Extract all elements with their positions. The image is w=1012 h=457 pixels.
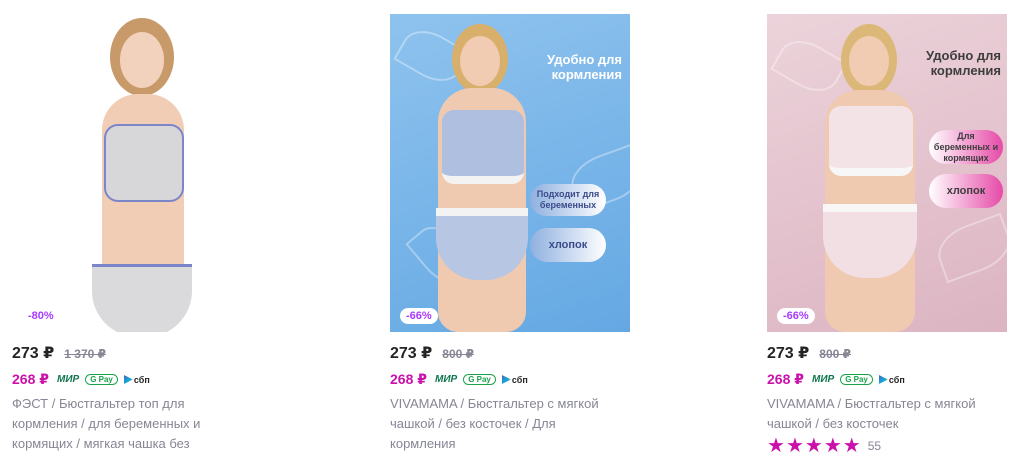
rating-count: 55 — [867, 439, 882, 453]
old-price: 1 370 ₽ — [64, 347, 106, 361]
sbp-icon: сбп — [878, 375, 905, 385]
price-row: 273 ₽ 800 ₽ — [390, 343, 474, 363]
gpay-icon: G Pay — [85, 374, 118, 385]
promo-title: Удобно для кормления — [547, 52, 622, 82]
product-image[interactable]: -80% — [12, 14, 252, 332]
brief — [92, 264, 192, 332]
product-title[interactable]: VIVAMAMA / Бюстгальтер с мягкой чашкой /… — [390, 394, 600, 454]
price-row: 273 ₽ 800 ₽ — [767, 343, 851, 363]
product-image[interactable]: Удобно для кормления Подходит для береме… — [390, 14, 630, 332]
wallet-row: 268 ₽ МИР G Pay сбп — [767, 371, 905, 388]
wallet-row: 268 ₽ МИР G Pay сбп — [12, 371, 150, 388]
feature-pill: Подходит для беременных — [530, 184, 606, 216]
mir-icon: МИР — [57, 374, 80, 385]
product-title[interactable]: VIVAMAMA / Бюстгальтер с мягкой чашкой /… — [767, 394, 977, 434]
price-row: 273 ₽ 1 370 ₽ — [12, 343, 106, 363]
payment-methods: МИР G Pay сбп — [812, 374, 905, 385]
wallet-price: 268 ₽ — [390, 371, 427, 387]
price: 273 ₽ — [12, 345, 55, 362]
old-price: 800 ₽ — [442, 347, 474, 361]
cotton-pill: хлопок — [530, 228, 606, 262]
mir-icon: МИР — [812, 374, 835, 385]
wallet-price: 268 ₽ — [12, 371, 49, 387]
price: 273 ₽ — [767, 345, 810, 362]
gpay-icon: G Pay — [463, 374, 496, 385]
feature-pill: Для беременных и кормящих — [929, 130, 1003, 164]
mir-icon: МИР — [435, 374, 458, 385]
star-icon: ★ — [842, 435, 861, 457]
price: 273 ₽ — [390, 345, 433, 362]
wallet-price: 268 ₽ — [767, 371, 804, 387]
star-icon: ★ — [785, 435, 804, 457]
star-icon: ★ — [823, 435, 842, 457]
payment-methods: МИР G Pay сбп — [57, 374, 150, 385]
old-price: 800 ₽ — [819, 347, 851, 361]
wallet-row: 268 ₽ МИР G Pay сбп — [390, 371, 528, 388]
promo-title: Удобно для кормления — [926, 48, 1001, 78]
model-face — [460, 36, 500, 86]
bra — [442, 110, 524, 184]
discount-badge: -80% — [22, 308, 60, 324]
cotton-pill: хлопок — [929, 174, 1003, 208]
payment-methods: МИР G Pay сбп — [435, 374, 528, 385]
leaf-decoration — [770, 30, 848, 102]
leaf-decoration — [931, 212, 1007, 284]
model-face — [849, 36, 889, 86]
model-face — [120, 32, 164, 88]
star-icon: ★ — [804, 435, 823, 457]
gpay-icon: G Pay — [840, 374, 873, 385]
sbp-icon: сбп — [501, 375, 528, 385]
sbp-icon: сбп — [123, 375, 150, 385]
product-image[interactable]: Удобно для кормления Для беременных и ко… — [767, 14, 1007, 332]
bra — [829, 106, 913, 176]
brief — [823, 204, 917, 278]
star-icon: ★ — [767, 435, 785, 457]
product-title[interactable]: ФЭСТ / Бюстгальтер топ для кормления / д… — [12, 394, 222, 454]
discount-badge: -66% — [777, 308, 815, 324]
bra — [104, 124, 184, 202]
discount-badge: -66% — [400, 308, 438, 324]
rating: ★ ★ ★ ★ ★ 55 — [767, 435, 882, 457]
